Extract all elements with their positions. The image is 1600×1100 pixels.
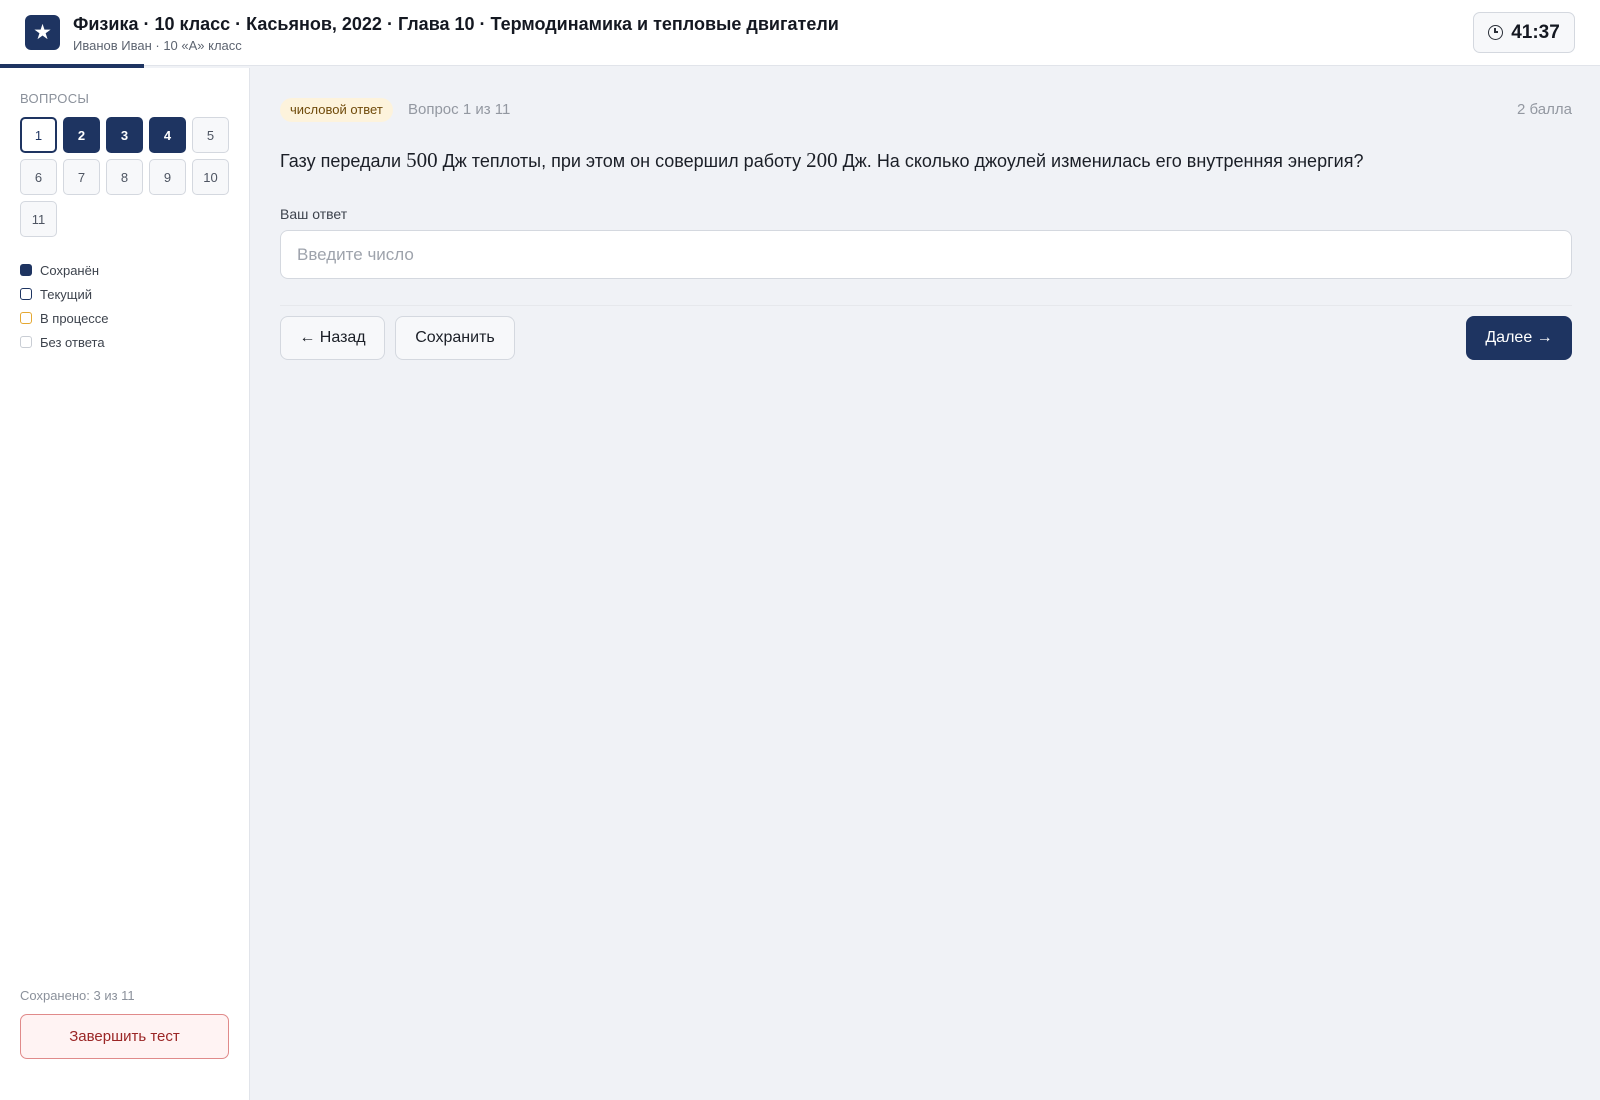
question-number: Вопрос 1 из 11: [408, 101, 511, 118]
question-points: 2 балла: [1517, 101, 1572, 118]
question-value: 200: [806, 148, 838, 172]
answer-input[interactable]: [280, 230, 1572, 279]
question-nav-button[interactable]: 4: [149, 117, 186, 153]
questions-heading: ВОПРОСЫ: [20, 91, 90, 106]
legend-label: Текущий: [40, 286, 92, 302]
legend-item: Сохранён: [20, 258, 109, 282]
question-nav-button[interactable]: 1: [20, 117, 57, 153]
star-logo-icon: ★: [25, 15, 60, 50]
finish-test-button[interactable]: Завершить тест: [20, 1014, 229, 1059]
question-text: Газу передали 500 Дж теплоты, при этом о…: [280, 148, 1572, 173]
question-nav-button[interactable]: 7: [63, 159, 100, 195]
legend-item: Без ответа: [20, 330, 109, 354]
question-grid: 1 2 3 4 5 6 7 8 9 10 11: [20, 117, 235, 237]
question-nav-button[interactable]: 9: [149, 159, 186, 195]
timer-value: 41:37: [1511, 21, 1560, 43]
question-text-part: Дж теплоты, при этом он совершил работу: [437, 151, 807, 171]
question-type-badge: числовой ответ: [280, 98, 393, 122]
timer: 41:37: [1473, 12, 1575, 53]
legend-label: Без ответа: [40, 334, 105, 350]
question-nav-button[interactable]: 6: [20, 159, 57, 195]
answer-label: Ваш ответ: [280, 206, 348, 222]
back-button[interactable]: ← Назад: [280, 316, 385, 360]
legend-label: Сохранён: [40, 262, 100, 278]
test-title: Физика · 10 класс · Касьянов, 2022 · Гла…: [73, 14, 839, 34]
legend-swatch: [20, 336, 32, 348]
app-header: ★ Физика · 10 класс · Касьянов, 2022 · Г…: [0, 0, 1600, 66]
divider: [280, 305, 1572, 306]
legend-swatch: [20, 264, 32, 276]
question-sidebar: ВОПРОСЫ 1 2 3 4 5 6 7 8 9 10 11 Сохранён Текущий В п…: [0, 68, 250, 1100]
saved-count: Сохранено: 3 из 11: [20, 988, 135, 1003]
legend-label: В процессе: [40, 310, 109, 326]
legend-item: Текущий: [20, 282, 109, 306]
student-info: Иванов Иван · 10 «А» класс: [73, 38, 242, 53]
question-meta: числовой ответ Вопрос 1 из 11 2 балла: [280, 98, 1572, 122]
save-button[interactable]: Сохранить: [395, 316, 515, 360]
clock-icon: [1488, 25, 1504, 40]
legend-item: В процессе: [20, 306, 109, 330]
question-text-part: Газу передали: [280, 151, 407, 171]
legend-swatch: [20, 312, 32, 324]
question-nav-button[interactable]: 5: [192, 117, 229, 153]
question-value: 500: [406, 148, 438, 172]
question-nav-button[interactable]: 11: [20, 201, 57, 237]
question-nav-button[interactable]: 2: [63, 117, 100, 153]
question-nav-button[interactable]: 3: [106, 117, 143, 153]
status-legend: Сохранён Текущий В процессе Без ответа: [20, 258, 109, 354]
question-nav-button[interactable]: 8: [106, 159, 143, 195]
question-nav-button[interactable]: 10: [192, 159, 229, 195]
legend-swatch: [20, 288, 32, 300]
question-text-part: Дж. На сколько джоулей изменилась его вн…: [837, 151, 1364, 171]
next-button[interactable]: Далее →: [1466, 316, 1572, 360]
